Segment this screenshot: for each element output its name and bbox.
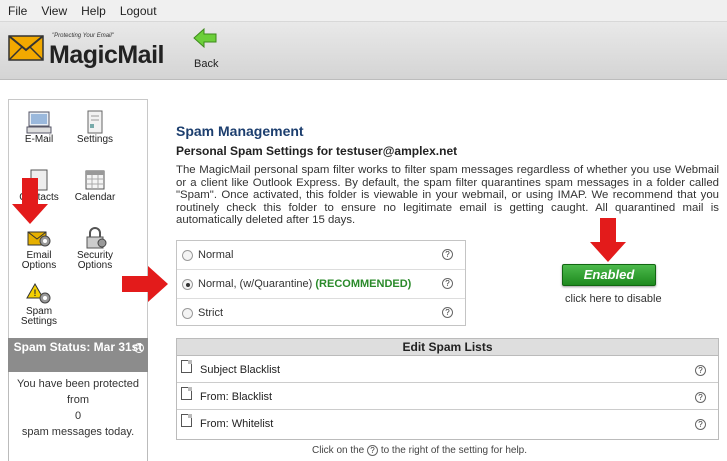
email-icon: [26, 111, 52, 134]
recommended-label: (RECOMMENDED): [315, 278, 412, 290]
red-arrow-right-icon: [122, 266, 168, 302]
back-arrow-icon: [193, 28, 217, 48]
calendar-icon: [85, 170, 105, 190]
sidebar-item-label: Email Options: [21, 250, 57, 271]
list-row-from-blacklist[interactable]: From: Blacklist ?: [177, 383, 718, 410]
red-arrow-down-icon: [12, 178, 48, 224]
option-normal[interactable]: Normal ?: [177, 241, 465, 269]
help-footnote: Click on the ? to the right of the setti…: [312, 445, 527, 456]
help-icon[interactable]: ?: [695, 392, 706, 403]
back-label: Back: [194, 58, 219, 70]
list-label[interactable]: From: Whitelist: [200, 418, 273, 430]
help-icon: ?: [367, 445, 379, 456]
radio-normal-quarantine[interactable]: [182, 279, 193, 290]
status-count: 0: [74, 410, 82, 422]
disable-hint[interactable]: click here to disable: [565, 293, 662, 305]
list-label[interactable]: Subject Blacklist: [200, 364, 280, 376]
document-icon: [181, 360, 192, 373]
spam-status-body: You have been protected from 0 spam mess…: [8, 372, 148, 461]
sidebar-item-label: Calendar: [74, 192, 116, 203]
email-options-icon: [27, 231, 51, 247]
status-line2: spam messages today.: [21, 426, 135, 438]
menu-view[interactable]: View: [41, 4, 67, 18]
radio-normal[interactable]: [182, 250, 193, 261]
sidebar-item-label: Spam Settings: [20, 306, 58, 327]
settings-icon: [87, 110, 103, 134]
menu-file[interactable]: File: [8, 4, 27, 18]
envelope-logo-icon: [8, 35, 44, 61]
logo-tagline: "Protecting Your Email": [52, 33, 114, 39]
filter-level-options: Normal ? Normal, (w/Quarantine) (RECOMME…: [176, 240, 466, 326]
padlock-icon: [86, 227, 107, 249]
menu-logout[interactable]: Logout: [120, 4, 157, 18]
spam-warning-icon: !: [26, 282, 51, 304]
back-button[interactable]: Back: [188, 26, 222, 74]
toolbar: "Protecting Your Email" MagicMail Back: [0, 22, 727, 80]
sidebar-item-settings[interactable]: Settings: [65, 110, 125, 145]
spam-lists-header: Edit Spam Lists: [177, 339, 718, 356]
help-icon[interactable]: ?: [695, 365, 706, 376]
logo-text: MagicMail: [49, 41, 164, 69]
status-help-icon[interactable]: ?: [134, 343, 144, 353]
menu-bar: File View Help Logout: [0, 0, 727, 22]
status-line1: You have been protected from: [17, 378, 139, 406]
help-icon[interactable]: ?: [442, 307, 453, 318]
option-label: Normal: [198, 249, 234, 261]
spam-status-title: Spam Status: Mar 31st: [13, 340, 143, 354]
sidebar-item-security-options[interactable]: Security Options: [65, 226, 125, 271]
document-icon: [181, 414, 192, 427]
spam-lists-table: Edit Spam Lists Subject Blacklist ? From…: [176, 338, 719, 440]
option-label: Strict: [198, 307, 224, 319]
option-label: Normal, (w/Quarantine) (RECOMMENDED): [198, 278, 411, 290]
option-normal-quarantine[interactable]: Normal, (w/Quarantine) (RECOMMENDED) ?: [177, 269, 465, 297]
option-strict[interactable]: Strict ?: [177, 298, 465, 326]
sidebar-item-calendar[interactable]: Calendar: [65, 168, 125, 203]
spam-status-header: Spam Status: Mar 31st ?: [8, 338, 148, 372]
red-arrow-down-icon: [590, 218, 626, 262]
help-icon[interactable]: ?: [442, 249, 453, 260]
list-label[interactable]: From: Blacklist: [200, 391, 272, 403]
page-subtitle: Personal Spam Settings for testuser@ampl…: [176, 144, 458, 158]
list-row-from-whitelist[interactable]: From: Whitelist ?: [177, 410, 718, 437]
menu-help[interactable]: Help: [81, 4, 106, 18]
footnote-before: Click on the: [312, 445, 365, 457]
document-icon: [181, 387, 192, 400]
description-text: The MagicMail personal spam filter works…: [176, 164, 719, 227]
sidebar-item-email[interactable]: E-Mail: [9, 110, 69, 145]
svg-text:!: !: [34, 288, 37, 298]
footnote-after: to the right of the setting for help.: [380, 445, 528, 457]
sidebar-item-spam-settings[interactable]: ! Spam Settings: [9, 282, 69, 327]
radio-strict[interactable]: [182, 308, 193, 319]
sidebar-item-label: E-Mail: [24, 134, 54, 145]
option-label-text: Normal, (w/Quarantine): [198, 278, 313, 290]
list-row-subject-blacklist[interactable]: Subject Blacklist ?: [177, 356, 718, 383]
enabled-toggle-button[interactable]: Enabled: [562, 264, 656, 286]
sidebar-item-label: Security Options: [76, 250, 114, 271]
sidebar-item-label: Settings: [76, 134, 114, 145]
sidebar-item-email-options[interactable]: Email Options: [9, 226, 69, 271]
help-icon[interactable]: ?: [442, 278, 453, 289]
page-title: Spam Management: [176, 123, 304, 139]
help-icon[interactable]: ?: [695, 419, 706, 430]
